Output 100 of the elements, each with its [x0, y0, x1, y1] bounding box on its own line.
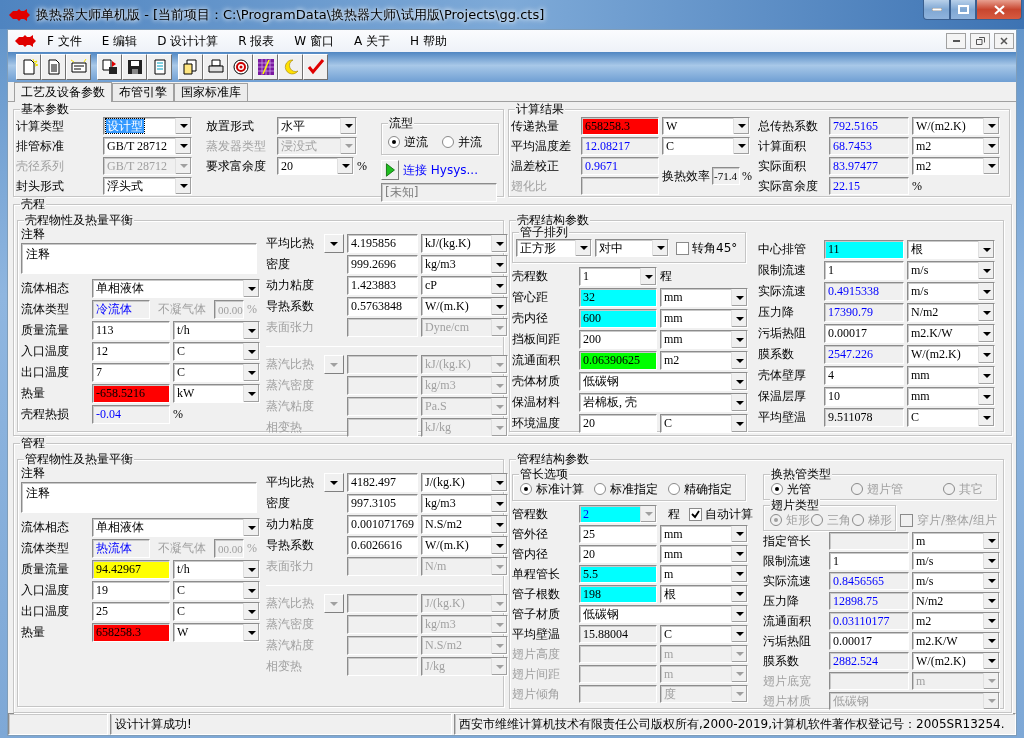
- unit-dropdown[interactable]: mm: [660, 525, 748, 543]
- radio-button[interactable]: [594, 483, 606, 495]
- dropdown[interactable]: 浮头式: [103, 177, 192, 195]
- unit-dropdown[interactable]: mm: [660, 288, 748, 307]
- value-field[interactable]: 94.42967: [92, 560, 170, 579]
- unit-dropdown[interactable]: C: [907, 408, 995, 427]
- value-field[interactable]: [829, 532, 909, 550]
- menu-item[interactable]: H 帮助: [401, 32, 456, 50]
- dropdown[interactable]: 水平: [277, 117, 357, 135]
- value-field[interactable]: 22.15: [829, 177, 909, 195]
- value-field[interactable]: [347, 397, 418, 416]
- value-field[interactable]: 4182.497: [347, 473, 418, 492]
- maximize-button[interactable]: [950, 0, 976, 20]
- value-field[interactable]: 热流体: [92, 539, 150, 558]
- toolbar-button[interactable]: [122, 54, 147, 80]
- value-field[interactable]: [581, 177, 659, 195]
- value-field[interactable]: [347, 557, 418, 576]
- value-field[interactable]: 20: [579, 545, 657, 563]
- value-field[interactable]: 1: [824, 261, 904, 280]
- value-field[interactable]: 113: [92, 321, 170, 340]
- unit-dropdown[interactable]: mm: [907, 366, 995, 385]
- unit-dropdown[interactable]: m/s: [907, 282, 995, 301]
- value-field[interactable]: 19: [92, 581, 170, 600]
- unit-dropdown[interactable]: m/s: [912, 552, 1000, 570]
- unit-dropdown[interactable]: m2.K/W: [912, 632, 1000, 650]
- unit-dropdown[interactable]: N.S/m2: [421, 515, 508, 534]
- unit-dropdown[interactable]: J/(kg.K): [421, 473, 508, 492]
- unit-dropdown[interactable]: m2.K/W: [907, 324, 995, 343]
- value-field[interactable]: 4.195856: [347, 234, 418, 253]
- value-field[interactable]: 0.00017: [829, 632, 909, 650]
- tab[interactable]: 国家标准库: [174, 83, 248, 101]
- unit-dropdown[interactable]: kg/m3: [421, 494, 508, 513]
- value-field[interactable]: 0.03110177: [829, 612, 909, 630]
- value-field[interactable]: [347, 355, 418, 374]
- value-field[interactable]: 0.06390625: [579, 351, 657, 370]
- unit-dropdown[interactable]: C: [173, 581, 260, 600]
- unit-dropdown[interactable]: mm: [660, 330, 748, 349]
- unit-dropdown[interactable]: m/s: [907, 261, 995, 280]
- value-field[interactable]: 2547.226: [824, 345, 904, 364]
- menu-item[interactable]: F 文件: [38, 32, 91, 50]
- unit-dropdown[interactable]: C: [173, 342, 260, 361]
- value-field[interactable]: -71.4: [712, 167, 740, 185]
- dropdown[interactable]: 单相液体: [92, 518, 260, 537]
- unit-dropdown[interactable]: W/(m2.K): [912, 652, 1000, 670]
- unit-dropdown[interactable]: mm: [660, 309, 748, 328]
- close-button[interactable]: [994, 33, 1014, 49]
- value-field[interactable]: [347, 376, 418, 395]
- dropdown[interactable]: 20: [277, 157, 354, 175]
- unit-dropdown[interactable]: C: [662, 137, 750, 155]
- value-field[interactable]: [579, 645, 657, 663]
- radio-button[interactable]: [668, 483, 680, 495]
- unit-dropdown[interactable]: W/(m.K): [421, 297, 508, 316]
- value-field[interactable]: 0.001071769: [347, 515, 418, 534]
- dropdown[interactable]: 对中: [595, 239, 669, 257]
- value-field[interactable]: 5.5: [579, 565, 657, 583]
- radio-button[interactable]: [388, 136, 400, 148]
- value-field[interactable]: 12.08217: [581, 137, 659, 155]
- dropdown[interactable]: GB/T 28712: [103, 137, 192, 155]
- value-field[interactable]: 2882.524: [829, 652, 909, 670]
- value-field[interactable]: 600: [579, 309, 657, 328]
- unit-dropdown[interactable]: cP: [421, 276, 508, 295]
- value-field[interactable]: 0.8456565: [829, 572, 909, 590]
- radio-button[interactable]: [442, 136, 454, 148]
- value-field[interactable]: [347, 636, 418, 655]
- menu-item[interactable]: E 编辑: [92, 32, 147, 50]
- dropdown[interactable]: 2: [579, 505, 657, 523]
- menu-item[interactable]: D 设计计算: [148, 32, 228, 50]
- unit-dropdown[interactable]: t/h: [173, 560, 260, 579]
- unit-dropdown[interactable]: W/(m2.K): [907, 345, 995, 364]
- unit-dropdown[interactable]: C: [173, 602, 260, 621]
- value-field[interactable]: 658258.3: [581, 117, 659, 135]
- picker-button[interactable]: [324, 234, 344, 253]
- value-field[interactable]: 997.3105: [347, 494, 418, 513]
- value-field[interactable]: 12898.75: [829, 592, 909, 610]
- unit-dropdown[interactable]: N/m2: [912, 592, 1000, 610]
- value-field[interactable]: 4: [824, 366, 904, 385]
- value-field[interactable]: 68.7453: [829, 137, 909, 155]
- unit-dropdown[interactable]: m2: [660, 351, 748, 370]
- unit-dropdown[interactable]: m: [912, 532, 1000, 550]
- minimize-button[interactable]: [946, 33, 966, 49]
- value-field[interactable]: 9.511078: [824, 408, 904, 427]
- value-field[interactable]: 83.97477: [829, 157, 909, 175]
- value-field[interactable]: 198: [579, 585, 657, 603]
- toolbar-button[interactable]: [203, 54, 228, 80]
- tab[interactable]: 工艺及设备参数: [14, 82, 112, 102]
- unit-dropdown[interactable]: C: [173, 363, 260, 382]
- value-field[interactable]: 12: [92, 342, 170, 361]
- note-field[interactable]: 注释: [21, 243, 257, 274]
- unit-dropdown[interactable]: W/(m2.K): [912, 117, 1000, 135]
- value-field[interactable]: 25: [579, 525, 657, 543]
- value-field[interactable]: 0.6026616: [347, 536, 418, 555]
- dropdown[interactable]: 低碳钢: [579, 605, 748, 623]
- value-field[interactable]: [579, 665, 657, 683]
- unit-dropdown[interactable]: C: [660, 625, 748, 643]
- dropdown[interactable]: 正方形: [516, 239, 592, 257]
- value-field[interactable]: 0.9671: [581, 157, 659, 175]
- value-field[interactable]: 999.2696: [347, 255, 418, 274]
- value-field[interactable]: 1: [829, 552, 909, 570]
- unit-dropdown[interactable]: m2: [912, 137, 1000, 155]
- picker-button[interactable]: [324, 473, 344, 492]
